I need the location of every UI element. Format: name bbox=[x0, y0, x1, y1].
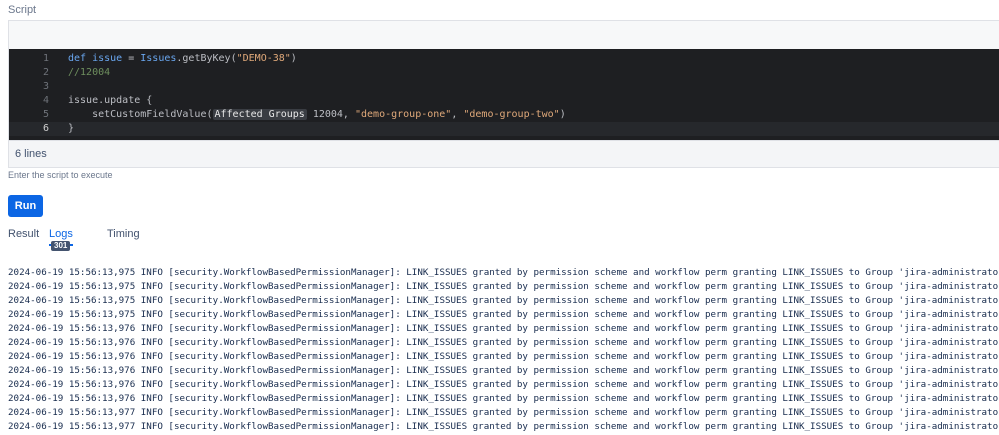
code-line[interactable]: 2 //12004 bbox=[9, 66, 999, 80]
line-number: 2 bbox=[42, 67, 49, 78]
code-text: def issue = Issues.getByKey("DEMO-38") bbox=[68, 52, 297, 66]
log-line: 2024-06-19 15:56:13,977 INFO [security.W… bbox=[8, 407, 999, 418]
tab-logs-label: Logs bbox=[49, 228, 73, 240]
code-token: def bbox=[68, 53, 93, 64]
editor-hint: Enter the script to execute bbox=[8, 170, 113, 180]
code-area[interactable]: 1 def issue = Issues.getByKey("DEMO-38") 2… bbox=[9, 49, 999, 143]
log-output: 2024-06-19 15:56:13,975 INFO [security.W… bbox=[8, 266, 999, 434]
log-line: 2024-06-19 15:56:13,976 INFO [security.W… bbox=[8, 379, 999, 390]
code-line[interactable]: 5 setCustomFieldValue(Affected Groups 12… bbox=[9, 108, 999, 122]
log-line: 2024-06-19 15:56:13,976 INFO [security.W… bbox=[8, 323, 999, 334]
code-text: //12004 bbox=[68, 66, 110, 80]
code-line[interactable]: 4 issue.update { bbox=[9, 94, 999, 108]
code-token: 12004, bbox=[306, 109, 355, 120]
code-token: "DEMO-38" bbox=[236, 53, 291, 64]
log-line: 2024-06-19 15:56:13,976 INFO [security.W… bbox=[8, 365, 999, 376]
log-line: 2024-06-19 15:56:13,975 INFO [security.W… bbox=[8, 295, 999, 306]
line-number: 5 bbox=[42, 109, 49, 120]
line-number: 4 bbox=[42, 95, 49, 106]
code-token: "demo-group-two" bbox=[463, 109, 560, 120]
code-line[interactable]: 6} bbox=[9, 122, 999, 136]
code-token: ) bbox=[559, 109, 566, 120]
code-token: ) bbox=[290, 53, 297, 64]
code-token: , bbox=[451, 109, 464, 120]
code-token: Issues bbox=[140, 53, 177, 64]
code-token: = bbox=[122, 53, 141, 64]
log-line: 2024-06-19 15:56:13,975 INFO [security.W… bbox=[8, 309, 999, 320]
log-line: 2024-06-19 15:56:13,976 INFO [security.W… bbox=[8, 351, 999, 362]
code-token: } bbox=[68, 123, 75, 134]
script-label: Script bbox=[8, 4, 37, 16]
run-button[interactable]: Run bbox=[8, 195, 43, 217]
tab-logs[interactable]: Logs301 bbox=[49, 228, 73, 251]
code-text: setCustomFieldValue(Affected Groups 1200… bbox=[68, 108, 566, 122]
code-line[interactable]: 3 bbox=[9, 80, 999, 94]
log-line: 2024-06-19 15:56:13,976 INFO [security.W… bbox=[8, 337, 999, 348]
code-line[interactable]: 1 def issue = Issues.getByKey("DEMO-38") bbox=[9, 52, 999, 66]
tab-result[interactable]: Result bbox=[8, 228, 39, 244]
log-line: 2024-06-19 15:56:13,976 INFO [security.W… bbox=[8, 393, 999, 404]
script-editor[interactable]: 1 def issue = Issues.getByKey("DEMO-38") 2… bbox=[8, 20, 999, 168]
tab-timing[interactable]: Timing bbox=[107, 228, 140, 244]
log-line: 2024-06-19 15:56:13,975 INFO [security.W… bbox=[8, 267, 999, 278]
code-text: } bbox=[68, 122, 74, 136]
editor-toolbar bbox=[9, 21, 999, 49]
log-line: 2024-06-19 15:56:13,977 INFO [security.W… bbox=[8, 421, 999, 432]
field-name-chip: Affected Groups bbox=[212, 109, 307, 120]
line-count: 6 lines bbox=[9, 140, 999, 167]
code-token: //12004 bbox=[68, 67, 111, 78]
code-token: issue bbox=[92, 53, 123, 64]
code-text: issue.update { bbox=[68, 94, 152, 108]
code-token: "demo-group-one" bbox=[354, 109, 452, 120]
code-token: setCustomFieldValue( bbox=[68, 109, 213, 120]
code-token: issue.update { bbox=[68, 95, 153, 106]
line-number: 6 bbox=[42, 123, 49, 134]
log-line: 2024-06-19 15:56:13,975 INFO [security.W… bbox=[8, 281, 999, 292]
line-number: 3 bbox=[42, 81, 49, 92]
code-token: .getByKey( bbox=[176, 53, 237, 64]
logs-count-badge: 301 bbox=[51, 241, 71, 251]
line-number: 1 bbox=[42, 53, 49, 64]
